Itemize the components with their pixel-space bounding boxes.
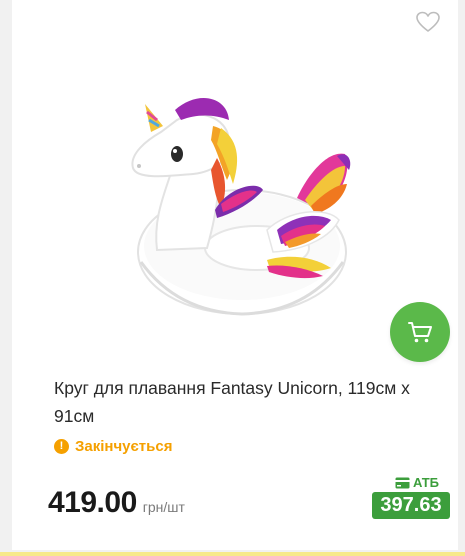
- card-label-text: АТБ: [412, 475, 440, 490]
- heart-icon: [416, 11, 440, 32]
- favorite-button[interactable]: [415, 10, 441, 34]
- warning-icon: !: [54, 438, 69, 454]
- product-title[interactable]: Круг для плавання Fantasy Unicorn, 119см…: [54, 374, 446, 430]
- price: 419.00 грн/шт: [48, 486, 185, 520]
- card-price-label: АТБ: [395, 475, 439, 490]
- product-image[interactable]: [117, 80, 365, 350]
- stock-status-text: Закінчується: [75, 437, 173, 455]
- stock-status: ! Закінчується: [54, 436, 172, 456]
- add-to-cart-button[interactable]: [390, 302, 450, 362]
- card-price-value: 397.63: [372, 492, 450, 519]
- bottom-divider: [0, 552, 465, 556]
- price-unit: грн/шт: [142, 499, 185, 515]
- product-card[interactable]: Круг для плавання Fantasy Unicorn, 119см…: [12, 0, 458, 550]
- shopping-cart-icon: [408, 322, 432, 343]
- card-price: АТБ 397.63: [372, 475, 450, 519]
- price-value: 419.00: [48, 486, 137, 519]
- wallet-card-icon: [395, 477, 410, 488]
